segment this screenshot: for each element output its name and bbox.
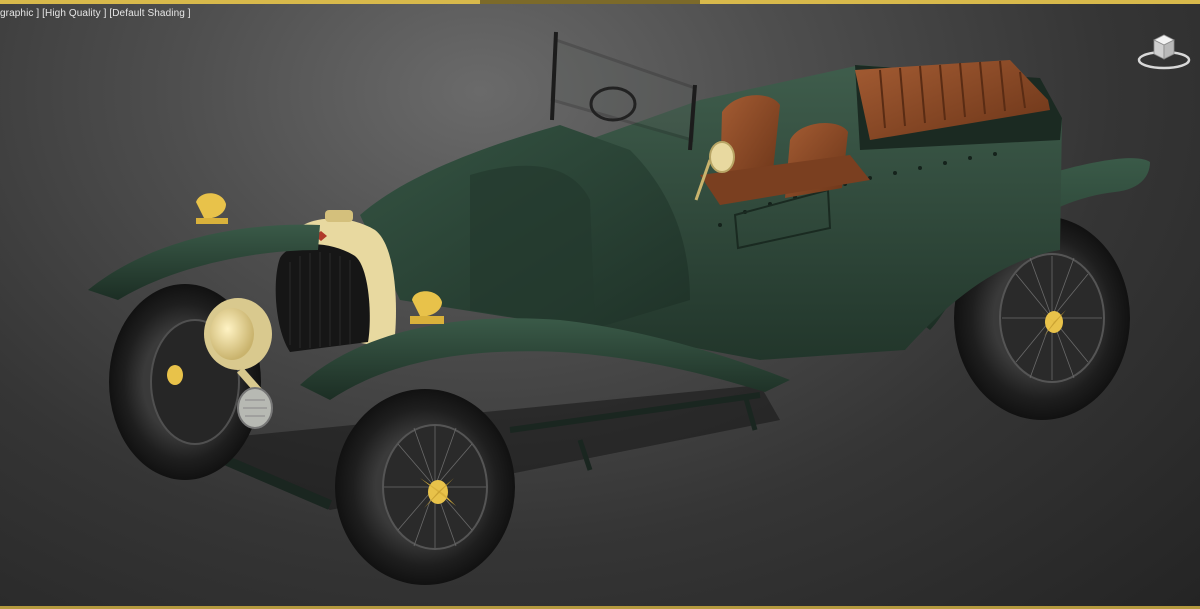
front-right-wheel [335, 389, 515, 585]
3d-viewport[interactable]: graphic ] [High Quality ] [Default Shadi… [0, 0, 1200, 609]
car-model-render[interactable] [0, 0, 1200, 609]
